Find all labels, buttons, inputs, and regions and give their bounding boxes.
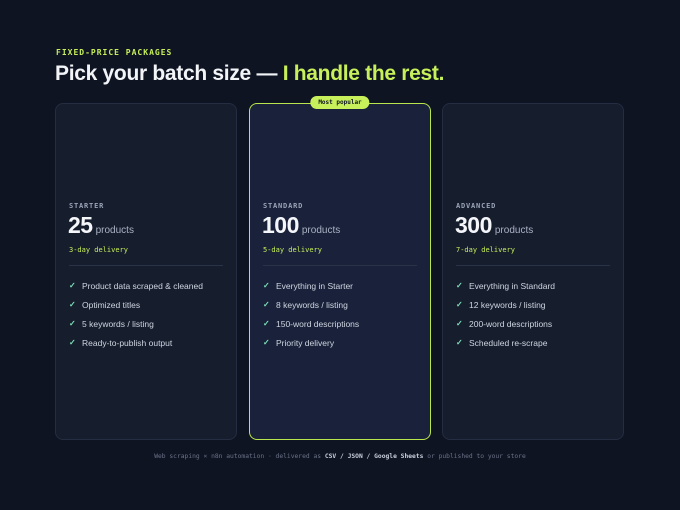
- check-icon: ✓: [456, 300, 463, 309]
- package-card-standard[interactable]: Most popular STANDARD 100 products 5-day …: [249, 96, 431, 440]
- quantity-number: 100: [262, 212, 299, 238]
- footer-formats: CSV / JSON / Google Sheets: [324, 453, 424, 460]
- tier-name: STANDARD: [263, 202, 304, 210]
- check-icon: ✓: [456, 319, 463, 328]
- feature-text: Everything in Standard: [469, 280, 555, 291]
- quantity-number: 300: [455, 212, 492, 238]
- feature-item: ✓ 5 keywords / listing: [69, 314, 203, 333]
- check-icon: ✓: [456, 338, 463, 347]
- package-card-starter[interactable]: STARTER 25 products 3-day delivery ✓ Produ…: [55, 103, 237, 440]
- feature-list: ✓ Everything in Starter ✓ 8 keywords / lis…: [263, 276, 359, 352]
- feature-text: Ready-to-publish output: [82, 337, 173, 348]
- feature-text: Optimized titles: [82, 299, 141, 310]
- check-icon: ✓: [69, 319, 76, 328]
- feature-text: 12 keywords / listing: [469, 299, 546, 310]
- feature-item: ✓ Ready-to-publish output: [69, 333, 203, 352]
- feature-text: 200-word descriptions: [469, 318, 553, 329]
- feature-text: Priority delivery: [276, 337, 335, 348]
- footer-suffix: or published to your store: [423, 453, 526, 460]
- footer-note: Web scraping × n8n automation · delivere…: [0, 453, 680, 460]
- feature-text: 8 keywords / listing: [276, 299, 348, 310]
- feature-text: 150-word descriptions: [276, 318, 360, 329]
- feature-item: ✓ 150-word descriptions: [263, 314, 359, 333]
- check-icon: ✓: [263, 319, 270, 328]
- feature-list: ✓ Product data scraped & cleaned ✓ Optimiz…: [69, 276, 203, 352]
- feature-text: 5 keywords / listing: [82, 318, 154, 329]
- quantity-unit: products: [494, 225, 534, 236]
- check-icon: ✓: [69, 281, 76, 290]
- quantity-unit: products: [95, 225, 134, 236]
- check-icon: ✓: [263, 338, 270, 347]
- divider: [69, 265, 223, 266]
- check-icon: ✓: [263, 281, 270, 290]
- divider: [456, 265, 610, 266]
- delivery-time: 7-day delivery: [456, 246, 516, 254]
- headline-main: Pick your batch size —: [55, 62, 283, 85]
- feature-item: ✓ Everything in Standard: [456, 276, 555, 295]
- feature-item: ✓ 8 keywords / listing: [263, 295, 359, 314]
- page-title: Pick your batch size — I handle the rest…: [55, 62, 444, 86]
- feature-item: ✓ Priority delivery: [263, 333, 359, 352]
- headline-accent: I handle the rest.: [282, 62, 445, 85]
- quantity-number: 25: [68, 212, 93, 238]
- product-quantity: 300 products: [455, 212, 533, 239]
- tier-name: STARTER: [69, 202, 105, 210]
- check-icon: ✓: [456, 281, 463, 290]
- most-popular-badge: Most popular: [310, 96, 370, 109]
- feature-text: Scheduled re-scrape: [469, 337, 548, 348]
- feature-text: Everything in Starter: [276, 280, 354, 291]
- package-card-advanced[interactable]: ADVANCED 300 products 7-day delivery ✓ Eve…: [442, 103, 624, 440]
- feature-item: ✓ Scheduled re-scrape: [456, 333, 555, 352]
- product-quantity: 25 products: [68, 212, 134, 239]
- feature-item: ✓ 12 keywords / listing: [456, 295, 555, 314]
- check-icon: ✓: [69, 300, 76, 309]
- product-quantity: 100 products: [262, 212, 340, 239]
- check-icon: ✓: [263, 300, 270, 309]
- feature-list: ✓ Everything in Standard ✓ 12 keywords / l…: [456, 276, 555, 352]
- footer-prefix: Web scraping × n8n automation · delivere…: [154, 453, 325, 460]
- feature-item: ✓ Product data scraped & cleaned: [69, 276, 203, 295]
- check-icon: ✓: [69, 338, 76, 347]
- divider: [263, 265, 417, 266]
- feature-item: ✓ Optimized titles: [69, 295, 203, 314]
- quantity-unit: products: [301, 225, 341, 236]
- eyebrow-label: FIXED-PRICE PACKAGES: [56, 48, 173, 57]
- feature-item: ✓ 200-word descriptions: [456, 314, 555, 333]
- feature-text: Product data scraped & cleaned: [82, 280, 203, 291]
- feature-item: ✓ Everything in Starter: [263, 276, 359, 295]
- delivery-time: 3-day delivery: [69, 246, 129, 254]
- delivery-time: 5-day delivery: [263, 246, 323, 254]
- tier-name: ADVANCED: [456, 202, 497, 210]
